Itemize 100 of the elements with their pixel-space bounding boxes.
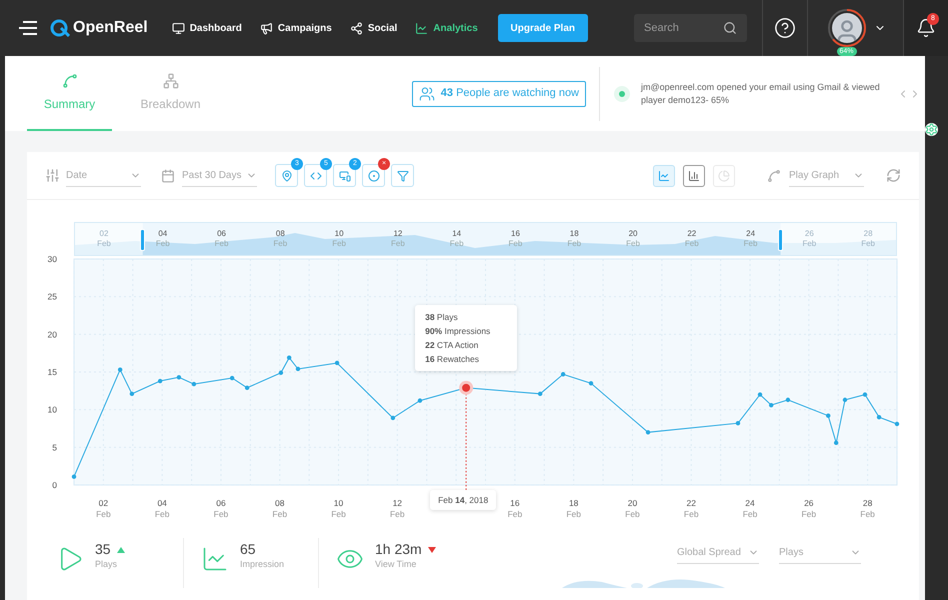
- range-handle[interactable]: [140, 229, 145, 251]
- navigator-month-label: Feb: [861, 239, 876, 249]
- data-point[interactable]: [176, 375, 182, 380]
- nav-link[interactable]: Analytics: [415, 20, 478, 36]
- data-point[interactable]: [418, 398, 422, 403]
- navigator-month-label: Feb: [273, 239, 288, 249]
- navigator-day-label: 06: [217, 229, 226, 239]
- navigator-month-label: Feb: [450, 239, 464, 249]
- graph-select[interactable]: Play Graph: [789, 164, 864, 186]
- chart-type-button[interactable]: [683, 164, 705, 186]
- x-tick-label: 06: [216, 498, 226, 508]
- stat-label: Plays: [95, 558, 118, 571]
- range-handle[interactable]: [778, 229, 783, 251]
- navigator-day-label: 24: [746, 229, 756, 239]
- logo-text[interactable]: OpenReel: [73, 16, 148, 40]
- tooltip-line: 90% Impressions: [425, 324, 492, 338]
- tooltip-line: 22 CTA Action: [425, 338, 480, 352]
- search-field[interactable]: Search: [634, 14, 747, 42]
- navigator-day-label: 10: [334, 229, 344, 239]
- data-point[interactable]: [786, 398, 790, 402]
- data-point[interactable]: [286, 355, 292, 360]
- y-tick-label: 15: [48, 367, 57, 377]
- stat-label: View Time: [375, 558, 418, 571]
- bar-chart-icon: [688, 170, 700, 182]
- range-navigator[interactable]: 02 Feb 04 Feb 06 Feb 08 Feb 10 Feb 12 Feb 14 Feb 16 Feb 18 Feb 20 Feb 22 Feb 24 Feb 26 Feb 28 Feb: [74, 222, 897, 256]
- data-point[interactable]: [296, 366, 300, 372]
- navigator-month-label: Feb: [744, 239, 758, 249]
- navigator-month-label: Feb: [684, 239, 699, 249]
- refresh-icon[interactable]: [886, 168, 901, 183]
- logo-icon: [50, 19, 70, 37]
- settings-icon[interactable]: [925, 123, 938, 136]
- data-point[interactable]: [769, 402, 774, 408]
- data-point[interactable]: [826, 414, 830, 418]
- x-tick-month: Feb: [802, 509, 816, 519]
- data-point[interactable]: [834, 440, 838, 446]
- data-point[interactable]: [118, 368, 122, 372]
- nav-link[interactable]: Social: [350, 20, 398, 36]
- map-filter-select[interactable]: Plays: [779, 542, 861, 564]
- x-tick-label: 28: [862, 498, 872, 508]
- x-tick-label: 02: [98, 498, 108, 508]
- navigator-day-label: 12: [393, 229, 402, 239]
- x-tick-month: Feb: [860, 509, 875, 519]
- navigator-day-label: 22: [687, 229, 696, 239]
- menu-icon[interactable]: [19, 21, 37, 35]
- data-point[interactable]: [862, 392, 868, 397]
- data-point[interactable]: [72, 474, 76, 479]
- date-tooltip: Feb 14, 2018: [430, 490, 496, 510]
- data-point[interactable]: [646, 430, 650, 434]
- map-filter-select[interactable]: Global Spread: [677, 542, 759, 564]
- tooltip-line: 38 Plays: [425, 310, 459, 324]
- search-icon[interactable]: [723, 21, 737, 35]
- x-tick-month: Feb: [96, 509, 111, 519]
- navigator-day-label: 04: [158, 229, 168, 239]
- navigator-day-label: 26: [804, 229, 814, 239]
- x-tick-month: Feb: [390, 509, 405, 519]
- code-icon: [310, 170, 322, 182]
- data-point[interactable]: [894, 422, 900, 426]
- tab[interactable]: Summary: [27, 56, 112, 131]
- y-tick-label: 5: [52, 442, 57, 452]
- calendar-icon: [161, 168, 175, 182]
- y-tick-label: 30: [48, 256, 57, 264]
- navigator-day-label: 02: [100, 229, 108, 239]
- navigator-month-label: Feb: [332, 239, 346, 249]
- data-point[interactable]: [538, 392, 542, 396]
- x-tick-label: 08: [275, 498, 284, 508]
- help-icon[interactable]: [774, 17, 796, 39]
- filter-add-icon: [396, 170, 408, 182]
- data-point[interactable]: [390, 416, 396, 420]
- data-point[interactable]: [876, 415, 882, 420]
- y-tick-label: 25: [48, 292, 57, 302]
- x-tick-month: Feb: [566, 509, 581, 519]
- upgrade-button[interactable]: Upgrade Plan: [498, 14, 588, 42]
- data-point[interactable]: [588, 381, 594, 386]
- data-point[interactable]: [244, 386, 250, 390]
- tab[interactable]: Breakdown: [128, 56, 213, 131]
- data-point[interactable]: [842, 398, 848, 402]
- data-point[interactable]: [158, 378, 162, 384]
- line-chart-icon: [415, 22, 428, 34]
- monitor-icon: [172, 22, 185, 34]
- data-point[interactable]: [736, 421, 740, 426]
- trend-line-icon: [62, 72, 78, 88]
- nav-link[interactable]: Campaigns: [260, 20, 332, 36]
- highlighted-point[interactable]: [459, 380, 474, 395]
- filter-button[interactable]: [391, 164, 414, 187]
- tooltip-line: 16 Rewatches: [425, 352, 480, 366]
- date-range-select[interactable]: Past 30 Days: [182, 164, 257, 186]
- data-point[interactable]: [230, 376, 234, 380]
- data-point[interactable]: [278, 370, 284, 375]
- data-point[interactable]: [130, 392, 134, 396]
- navigator-month-label: Feb: [508, 239, 522, 249]
- nav-link[interactable]: Dashboard: [172, 20, 242, 36]
- line-chart-icon: [658, 170, 670, 182]
- data-point[interactable]: [758, 392, 762, 397]
- navigator-month-label: Feb: [626, 239, 640, 249]
- x-tick-month: Feb: [684, 509, 699, 519]
- x-tick-month: Feb: [508, 509, 522, 519]
- data-point[interactable]: [334, 360, 340, 366]
- data-point[interactable]: [560, 372, 566, 376]
- date-select[interactable]: Date: [66, 164, 141, 186]
- data-point[interactable]: [192, 382, 196, 386]
